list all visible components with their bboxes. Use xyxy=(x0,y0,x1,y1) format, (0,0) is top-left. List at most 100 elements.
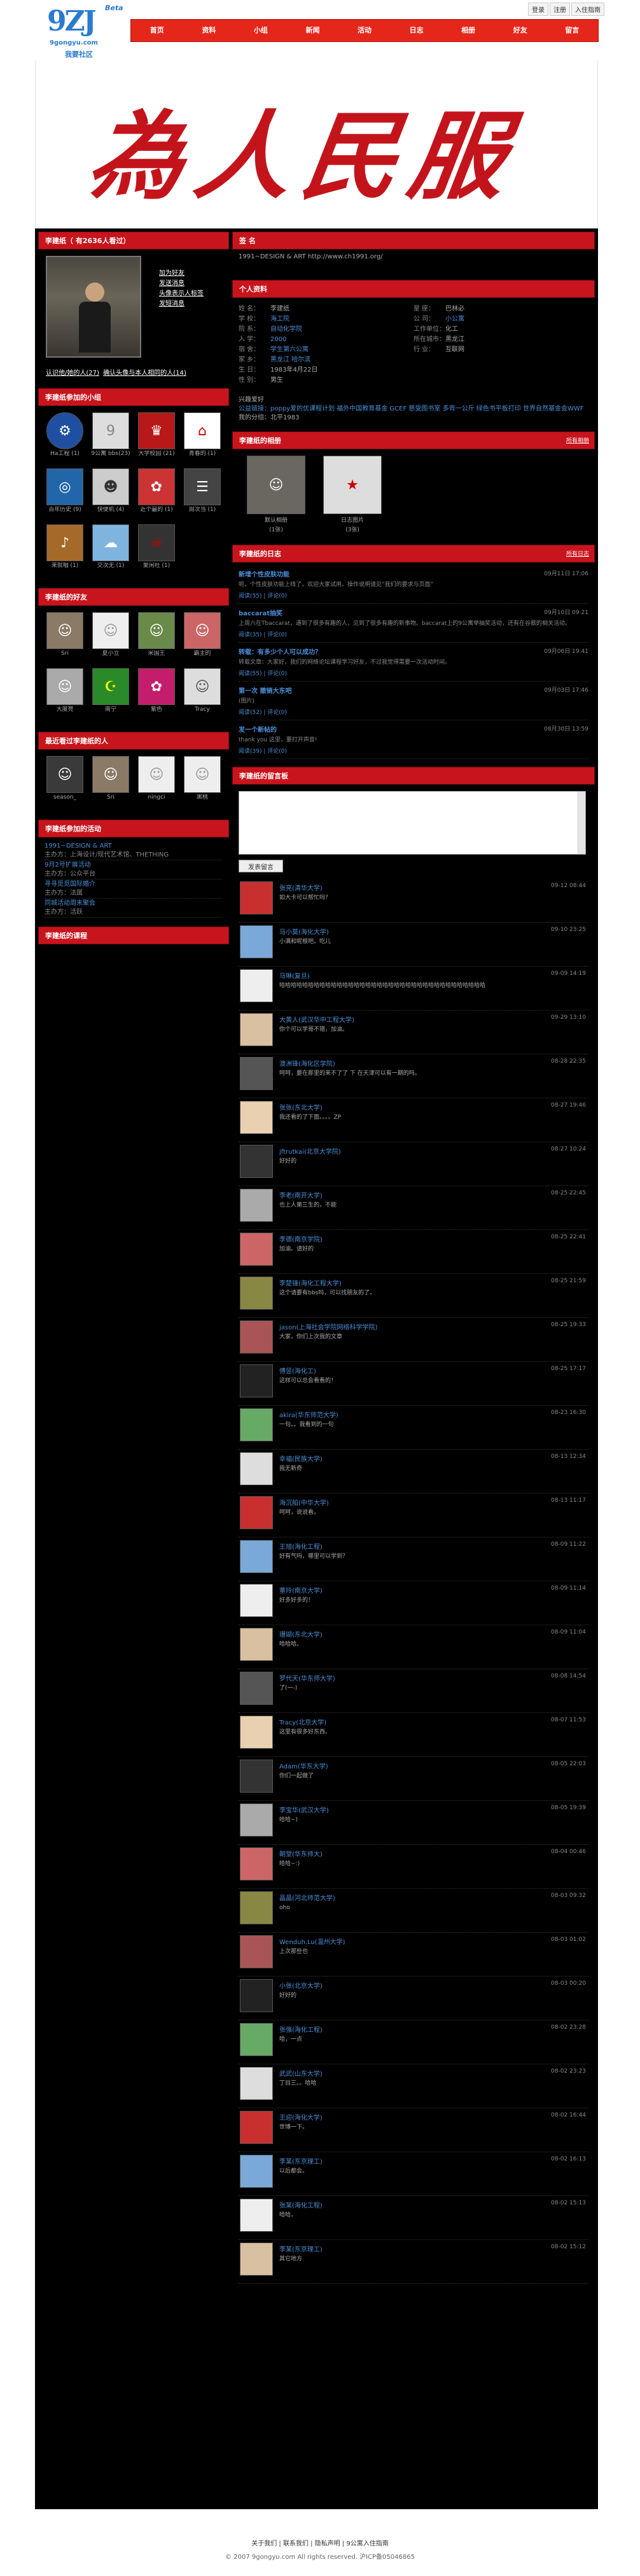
entry-author[interactable]: 珊瑚(东北大学) xyxy=(279,1629,323,1639)
entry-author[interactable]: jason(上海社会学院网络科学学院) xyxy=(279,1322,377,1331)
entry-author[interactable]: 李某(东京理工) xyxy=(279,2156,323,2166)
avatar[interactable] xyxy=(240,1672,273,1705)
entry-author[interactable]: 小张(北京大学) xyxy=(279,1980,323,1990)
avatar[interactable] xyxy=(240,2199,273,2232)
avatar[interactable] xyxy=(240,1277,273,1310)
profile-photo[interactable] xyxy=(46,256,141,358)
group-item[interactable]: ☠ 爱闲社 (1) xyxy=(134,524,179,577)
activity-link[interactable]: 寻寻觅觅国际婚介 xyxy=(45,879,223,889)
login-link[interactable]: 登录 xyxy=(528,3,548,16)
avatar[interactable] xyxy=(240,1452,273,1485)
avatar[interactable] xyxy=(240,1013,273,1046)
activity-link[interactable]: 9月2号扩展活动 xyxy=(45,860,223,870)
entry-author[interactable]: 李老(南开大学) xyxy=(279,1190,323,1200)
avatar[interactable] xyxy=(240,1847,273,1880)
acquaintances-link[interactable]: 认识他/她的人(27) xyxy=(46,370,99,377)
nav-groups[interactable]: 小组 xyxy=(235,20,287,41)
entry-author[interactable]: 李楚锋(海化工程大学) xyxy=(279,1278,342,1287)
avatar[interactable] xyxy=(240,2023,273,2056)
friend-item[interactable]: ☺ 霸主的 xyxy=(179,612,225,664)
entry-author[interactable]: 幸福(民族大学) xyxy=(279,1453,323,1463)
entry-author[interactable]: 王迎(海化大学) xyxy=(279,2112,323,2122)
nav-news[interactable]: 新闻 xyxy=(287,20,339,41)
nav-blog[interactable]: 日志 xyxy=(391,20,443,41)
entry-author[interactable]: 马琳(复旦) xyxy=(279,970,310,980)
entry-author[interactable]: 张某(海化工程) xyxy=(279,2200,323,2209)
nav-home[interactable]: 首页 xyxy=(131,20,183,41)
avatar[interactable] xyxy=(240,1540,273,1573)
avatar[interactable] xyxy=(240,1101,273,1134)
avatar[interactable] xyxy=(240,2067,273,2100)
entry-author[interactable]: 海沉船(中华大学) xyxy=(279,1497,329,1507)
group-item[interactable]: ⚙ Ha工程 (1) xyxy=(42,412,88,465)
entry-author[interactable]: 大黄人(武汉华中工程大学) xyxy=(279,1014,354,1024)
entry-author[interactable]: 马小莫(海化大学) xyxy=(279,927,329,936)
nav-guestbook[interactable]: 留言 xyxy=(546,20,599,41)
friend-item[interactable]: ☺ 夏小立 xyxy=(88,612,134,664)
group-item[interactable]: ⌂ 青春的 (1) xyxy=(179,412,225,465)
charity-links[interactable]: 公益链接：poppy爱的优课程计划 福外中国教育基金 GCEF 慈受图书室 多背… xyxy=(239,405,583,412)
entry-author[interactable]: 张强(海化工程) xyxy=(279,2024,323,2034)
add-friend-link[interactable]: 加为好友 xyxy=(159,269,204,279)
tag-link[interactable]: 头像表示人标签 xyxy=(159,289,204,299)
nav-friends[interactable]: 好友 xyxy=(494,20,546,41)
avatar[interactable] xyxy=(240,1408,273,1441)
avatar[interactable] xyxy=(240,1628,273,1661)
avatar[interactable] xyxy=(240,1320,273,1354)
entry-author[interactable]: 张亮(清华大学) xyxy=(279,883,323,892)
nav-events[interactable]: 活动 xyxy=(338,20,391,41)
friend-item[interactable]: ☺ Sri xyxy=(42,612,88,664)
entry-author[interactable]: 傅昱(海化工) xyxy=(279,1366,316,1375)
all-posts-link[interactable]: 所有日志 xyxy=(566,545,589,563)
sms-link[interactable]: 发短消息 xyxy=(159,299,204,309)
avatar[interactable] xyxy=(240,1979,273,2012)
friend-item[interactable]: ☺ 米国王 xyxy=(134,612,179,664)
friend-item[interactable]: ☺ 大度亮 xyxy=(42,668,88,720)
entry-author[interactable]: 朝堂(华东师大) xyxy=(279,1849,323,1858)
entry-author[interactable]: 张张(东北大学) xyxy=(279,1102,323,1112)
confirmed-link[interactable]: 确认头像与本人相同的人(14) xyxy=(103,370,186,377)
album-item[interactable]: ☺ 默认相册 (1张) xyxy=(241,456,311,533)
entry-author[interactable]: 李德(南京学院) xyxy=(279,1234,323,1243)
avatar[interactable] xyxy=(240,1760,273,1793)
send-message-link[interactable]: 发送消息 xyxy=(159,279,204,289)
entry-author[interactable]: 李某(东京理工) xyxy=(279,2244,323,2253)
avatar[interactable] xyxy=(240,1891,273,1924)
entry-author[interactable]: 武武(山东大学) xyxy=(279,2068,323,2078)
friend-item[interactable]: ✿ 紫色 xyxy=(134,668,179,720)
guide-link[interactable]: 入住指南 xyxy=(571,3,604,16)
avatar[interactable] xyxy=(240,925,273,958)
entry-author[interactable]: 董玲(南京大学) xyxy=(279,1585,323,1595)
group-item[interactable]: ◎ 百年历史 (9) xyxy=(42,468,88,521)
all-albums-link[interactable]: 所有相册 xyxy=(566,432,589,450)
avatar[interactable] xyxy=(240,1057,273,1090)
nav-profile[interactable]: 资料 xyxy=(183,20,235,41)
guestbook-textarea[interactable] xyxy=(239,791,586,855)
entry-author[interactable]: akira(华东师范大学) xyxy=(279,1410,338,1419)
activity-link[interactable]: 1991~DESIGN & ART xyxy=(45,841,223,851)
entry-author[interactable]: 罗代天(华东师大学) xyxy=(279,1673,335,1683)
avatar[interactable] xyxy=(240,1496,273,1529)
friend-item[interactable]: ☪ 南宁 xyxy=(88,668,134,720)
entry-author[interactable]: jftrutkai(北京大学院) xyxy=(279,1146,341,1156)
activity-link[interactable]: 同城活动周末聚会 xyxy=(45,899,223,908)
avatar[interactable] xyxy=(240,1189,273,1222)
textarea-scrollbar[interactable] xyxy=(578,792,585,854)
visitor-item[interactable]: ☺ Sri xyxy=(88,756,134,808)
visitor-item[interactable]: ☺ 黑桃 xyxy=(179,756,225,808)
group-item[interactable]: ✿ 近个最的 (1) xyxy=(134,468,179,521)
register-link[interactable]: 注册 xyxy=(550,3,570,16)
avatar[interactable] xyxy=(240,1584,273,1617)
group-item[interactable]: ♛ 大学校园 (21) xyxy=(134,412,179,465)
visitor-item[interactable]: ☺ ningci xyxy=(134,756,179,808)
post-message-button[interactable]: 发表留言 xyxy=(239,860,283,872)
group-item[interactable]: ♪ 来就唱 (1) xyxy=(42,524,88,577)
avatar[interactable] xyxy=(240,2111,273,2144)
entry-author[interactable]: Wenduh.Lu(温州大学) xyxy=(279,1936,345,1946)
avatar[interactable] xyxy=(240,1145,273,1178)
avatar[interactable] xyxy=(240,1233,273,1266)
avatar[interactable] xyxy=(240,881,273,914)
avatar[interactable] xyxy=(240,1803,273,1837)
avatar[interactable] xyxy=(240,1364,273,1397)
site-logo[interactable]: 9ZJ Beta 9gongyu.com 我要社区 xyxy=(45,1,134,59)
